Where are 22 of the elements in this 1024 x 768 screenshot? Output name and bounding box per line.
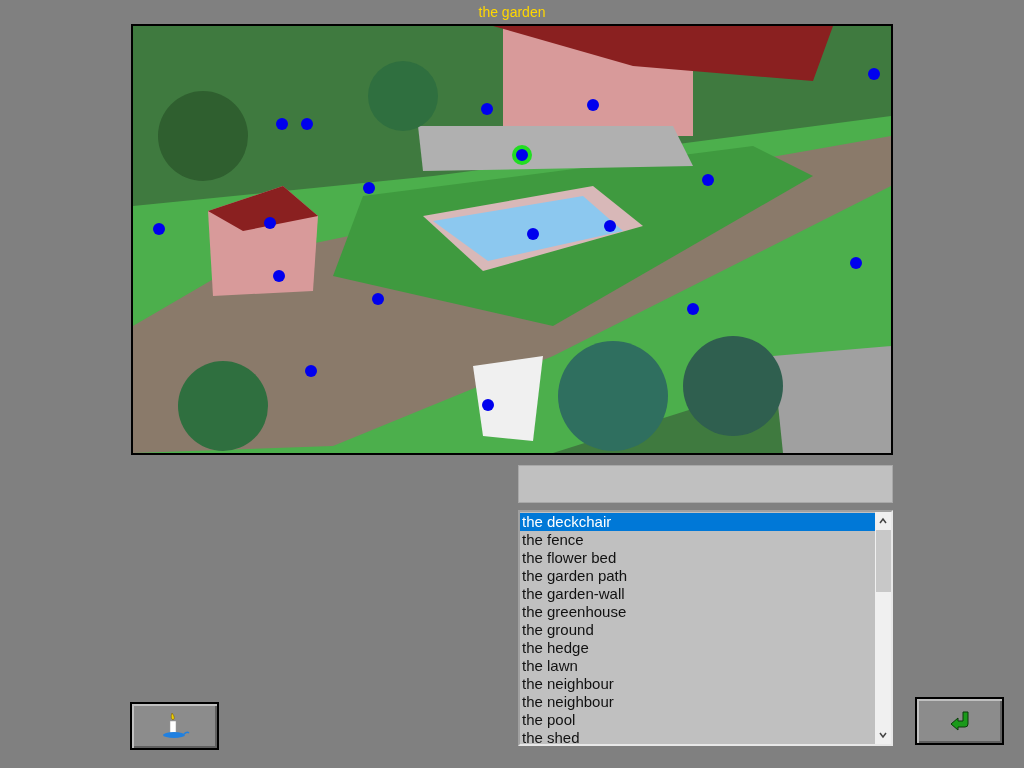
return-arrow-icon bbox=[948, 711, 971, 731]
word-list-item[interactable]: the pool bbox=[520, 711, 875, 729]
word-list-item[interactable]: the lawn bbox=[520, 657, 875, 675]
screen-title: the garden bbox=[478, 4, 546, 22]
word-list-item[interactable]: the greenhouse bbox=[520, 603, 875, 621]
word-list-item[interactable]: the garden path bbox=[520, 567, 875, 585]
word-list-item[interactable]: the deckchair bbox=[520, 513, 875, 531]
word-list-item[interactable]: the hedge bbox=[520, 639, 875, 657]
scrollbar-thumb[interactable] bbox=[875, 530, 891, 592]
word-list-item[interactable]: the garden-wall bbox=[520, 585, 875, 603]
scrollbar[interactable] bbox=[875, 512, 891, 744]
word-list-item[interactable]: the fence bbox=[520, 531, 875, 549]
enter-button[interactable] bbox=[915, 697, 1004, 745]
scroll-down-icon[interactable] bbox=[878, 731, 888, 739]
word-list-item[interactable]: the ground bbox=[520, 621, 875, 639]
word-list-item[interactable]: the flower bed bbox=[520, 549, 875, 567]
answer-field[interactable] bbox=[518, 465, 893, 503]
word-list-item[interactable]: the neighbour bbox=[520, 693, 875, 711]
word-list-item[interactable]: the shed bbox=[520, 729, 875, 744]
scroll-up-icon[interactable] bbox=[878, 517, 888, 525]
candle-button[interactable] bbox=[130, 702, 219, 750]
word-list-item[interactable]: the neighbour bbox=[520, 675, 875, 693]
